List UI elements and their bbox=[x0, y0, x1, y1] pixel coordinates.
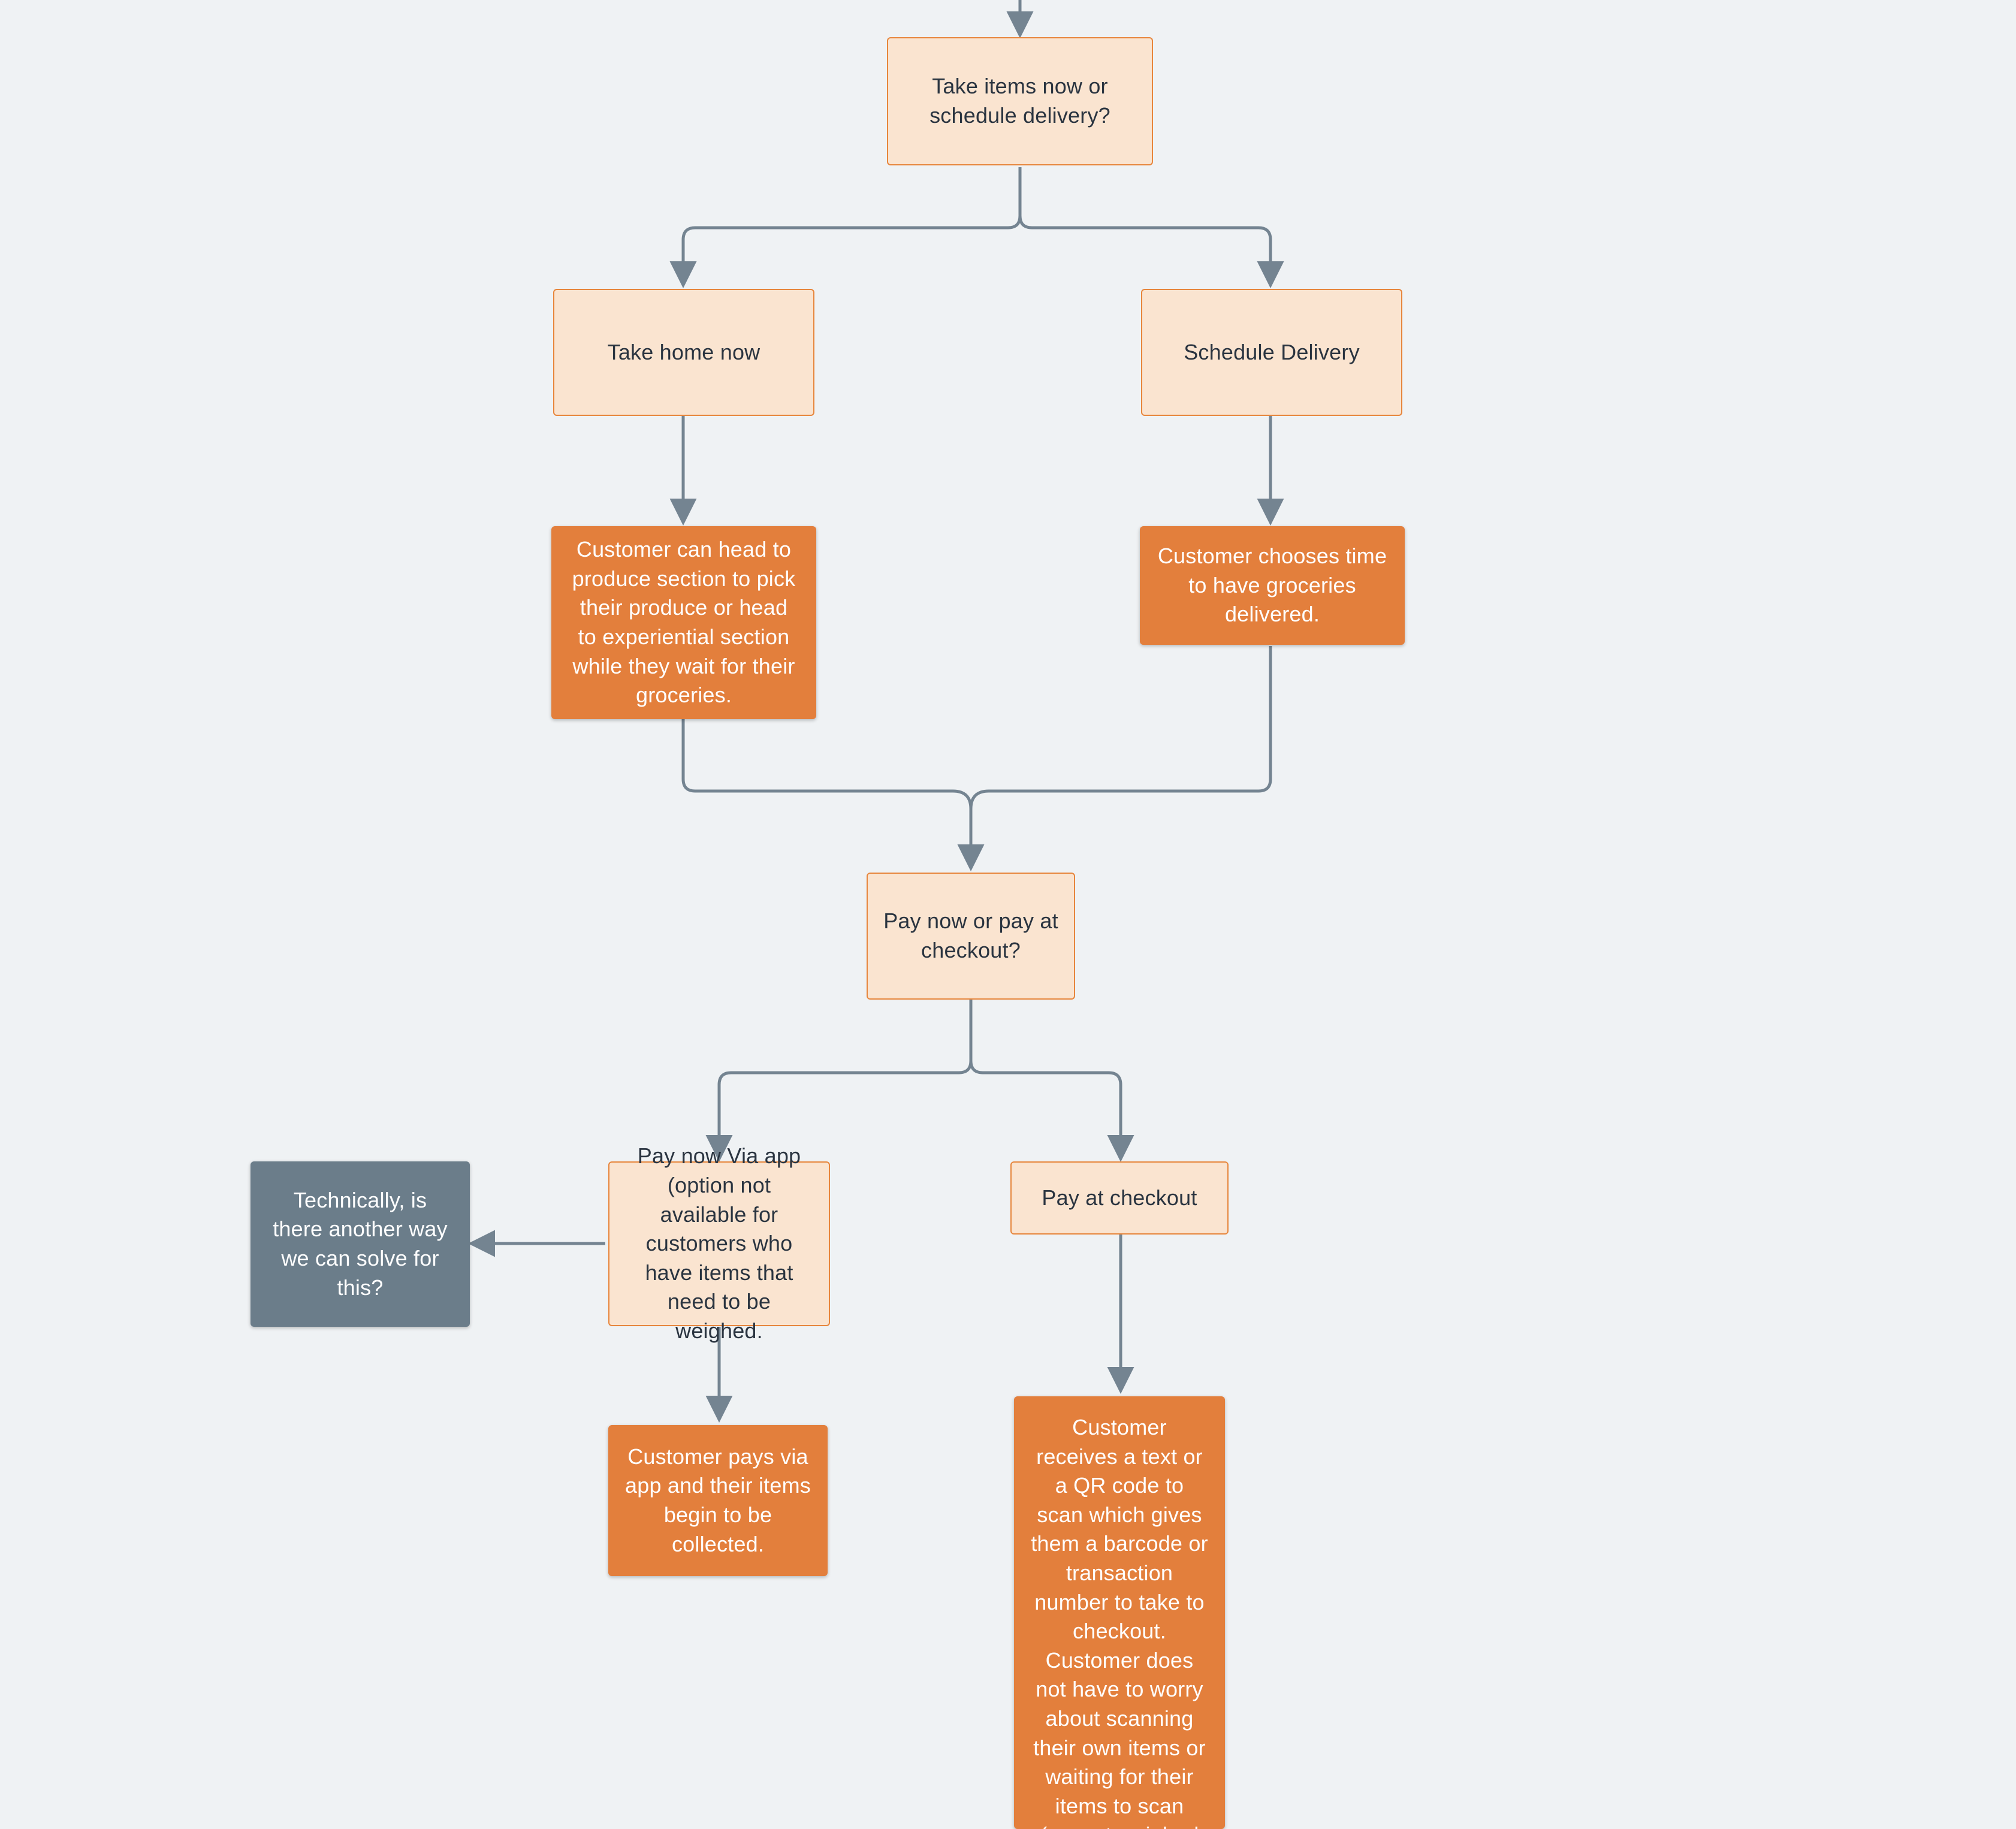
node-label: Schedule Delivery bbox=[1184, 338, 1360, 367]
node-label: Pay at checkout bbox=[1042, 1184, 1197, 1213]
node-label: Pay now or pay at checkout? bbox=[882, 907, 1060, 965]
node-note-technically: Technically, is there another way we can… bbox=[251, 1161, 470, 1327]
node-label: Customer receives a text or a QR code to… bbox=[1031, 1413, 1208, 1829]
node-label: Customer can head to produce section to … bbox=[568, 535, 799, 710]
node-result-produce-section: Customer can head to produce section to … bbox=[551, 526, 816, 719]
node-result-choose-time: Customer chooses time to have groceries … bbox=[1140, 526, 1405, 645]
node-option-pay-now-via-app: Pay now Via app (option not available fo… bbox=[608, 1161, 830, 1326]
node-option-schedule-delivery: Schedule Delivery bbox=[1141, 289, 1402, 416]
node-label: Customer chooses time to have groceries … bbox=[1157, 542, 1388, 629]
node-label: Take items now or schedule delivery? bbox=[903, 72, 1137, 130]
node-label: Customer pays via app and their items be… bbox=[625, 1442, 811, 1559]
node-option-pay-at-checkout: Pay at checkout bbox=[1010, 1161, 1229, 1235]
node-label: Pay now Via app (option not available fo… bbox=[624, 1142, 814, 1345]
node-label: Technically, is there another way we can… bbox=[267, 1186, 453, 1302]
node-result-pays-via-app: Customer pays via app and their items be… bbox=[608, 1425, 828, 1576]
node-option-take-home-now: Take home now bbox=[553, 289, 814, 416]
flowchart-canvas: Take items now or schedule delivery? Tak… bbox=[0, 0, 2016, 1829]
node-result-receives-text-qr: Customer receives a text or a QR code to… bbox=[1014, 1396, 1225, 1829]
node-decision-pay-now-or-checkout: Pay now or pay at checkout? bbox=[867, 873, 1075, 1000]
node-label: Take home now bbox=[608, 338, 760, 367]
node-decision-take-or-schedule: Take items now or schedule delivery? bbox=[887, 37, 1153, 165]
